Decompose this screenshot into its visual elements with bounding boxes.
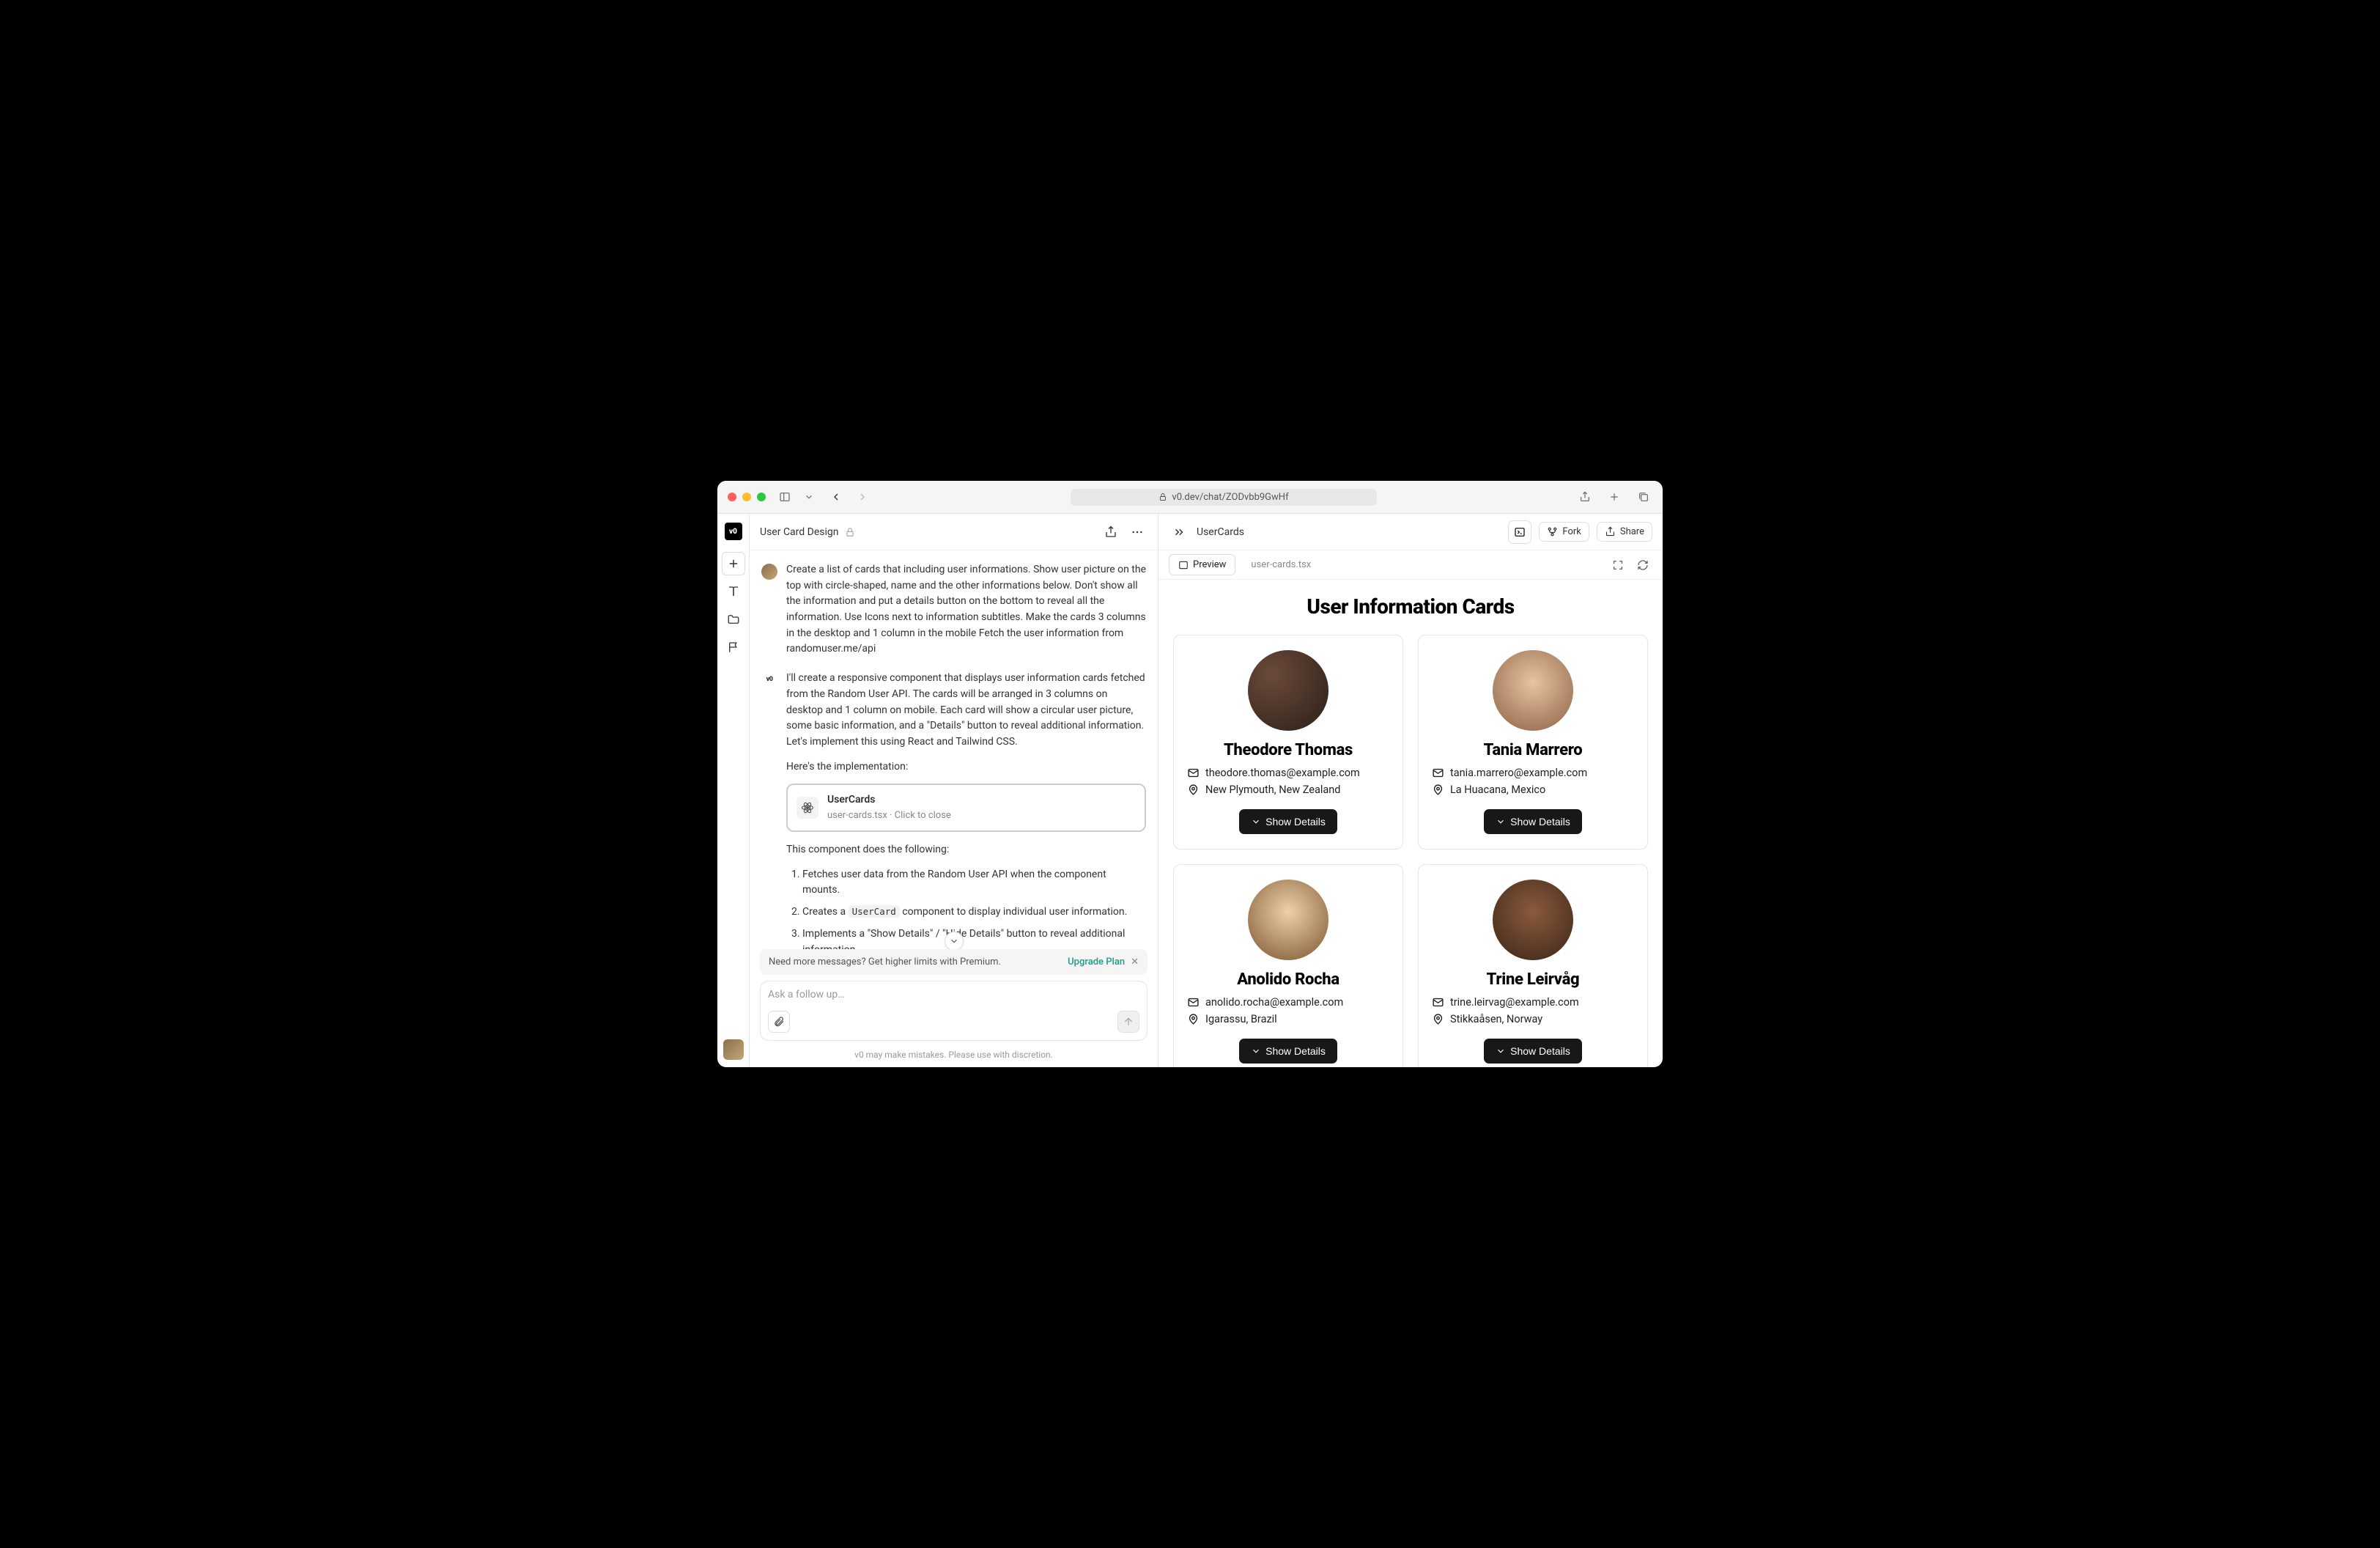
collapse-panel-icon[interactable] [1169,522,1189,542]
send-button[interactable] [1117,1011,1139,1033]
react-icon [797,797,818,819]
url-bar: v0.dev/chat/ZODvbb9GwHf [882,489,1566,506]
window-controls [728,493,766,501]
input-placeholder: Ask a follow up… [768,989,1139,1000]
bot-avatar: v0 [761,672,777,688]
pin-icon [1187,784,1200,796]
pin-icon [1432,1013,1444,1025]
preview-title: UserCards [1197,526,1244,538]
mail-icon [1432,767,1444,779]
user-card: Trine Leirvåg trine.leirvag@example.com St… [1418,864,1648,1067]
user-location-row: Igarassu, Brazil [1187,1013,1389,1025]
more-icon[interactable] [1127,522,1148,542]
chat-title: User Card Design [760,526,839,538]
code-card[interactable]: UserCards user-cards.tsx · Click to clos… [786,784,1146,832]
fork-button[interactable]: Fork [1539,522,1589,542]
chat-header: User Card Design [750,514,1158,550]
user-name: Trine Leirvåg [1487,970,1580,989]
app-sidebar: v0 [717,514,750,1067]
close-window[interactable] [728,493,736,501]
user-card: Theodore Thomas theodore.thomas@example.c… [1173,635,1403,849]
url-field[interactable]: v0.dev/chat/ZODvbb9GwHf [1071,489,1376,506]
user-card: Tania Marrero tania.marrero@example.com La… [1418,635,1648,849]
code-card-sub: user-cards.tsx · Click to close [827,808,951,823]
chevron-down-icon [1496,1046,1506,1056]
user-email-row: anolido.rocha@example.com [1187,996,1389,1009]
bot-message: I'll create a responsive component that … [786,671,1146,949]
new-chat-button[interactable] [722,552,745,575]
browser-window: v0.dev/chat/ZODvbb9GwHf v0 [717,481,1663,1067]
lock-icon [845,527,855,537]
preview-pane: UserCards Fork Share Preview [1158,514,1663,1067]
share-button[interactable]: Share [1597,522,1652,542]
close-banner[interactable]: ✕ [1131,957,1139,968]
user-avatar [1493,650,1573,731]
export-icon[interactable] [1101,522,1121,542]
browser-toolbar: v0.dev/chat/ZODvbb9GwHf [717,481,1663,514]
book-icon[interactable] [722,580,745,603]
sidebar-icon[interactable] [776,488,794,506]
user-name: Theodore Thomas [1224,741,1353,759]
premium-banner: Need more messages? Get higher limits wi… [760,949,1148,975]
tab-file[interactable]: user-cards.tsx [1241,554,1320,575]
show-details-button[interactable]: Show Details [1484,1039,1582,1064]
preview-heading: User Information Cards [1173,594,1648,619]
user-email-row: theodore.thomas@example.com [1187,767,1389,779]
user-avatar [1493,880,1573,960]
chevron-down-icon [1496,817,1506,827]
minimize-window[interactable] [742,493,751,501]
user-name: Tania Marrero [1484,741,1583,759]
mail-icon [1187,767,1200,779]
chevron-down-icon[interactable] [804,488,814,506]
card-grid: Theodore Thomas theodore.thomas@example.c… [1173,635,1648,1067]
chat-messages: Create a list of cards that including us… [750,550,1158,949]
user-message: Create a list of cards that including us… [786,562,1146,657]
user-location-row: La Huacana, Mexico [1432,784,1634,796]
user-email-row: tania.marrero@example.com [1432,767,1634,779]
code-card-title: UserCards [827,792,951,808]
attach-button[interactable] [768,1011,790,1033]
disclaimer: v0 may make mistakes. Please use with di… [750,1047,1158,1067]
preview-tabs: Preview user-cards.tsx [1158,550,1663,580]
user-name: Anolido Rocha [1237,970,1339,989]
pin-icon [1432,784,1444,796]
upgrade-link[interactable]: Upgrade Plan [1068,957,1125,968]
user-location-row: Stikkaåsen, Norway [1432,1013,1634,1025]
terminal-button[interactable] [1508,520,1531,544]
chat-input[interactable]: Ask a follow up… [760,981,1148,1041]
collapse-button[interactable] [945,932,964,949]
chat-pane: User Card Design Create a list of cards … [750,514,1158,1067]
show-details-button[interactable]: Show Details [1239,809,1337,834]
fullscreen-icon[interactable] [1608,556,1627,575]
forward-button[interactable] [854,488,871,506]
mail-icon [1432,996,1444,1009]
chevron-down-icon [1251,1046,1261,1056]
refresh-icon[interactable] [1633,556,1652,575]
back-button[interactable] [827,488,845,506]
user-avatar [1248,650,1328,731]
app-logo[interactable]: v0 [725,523,742,540]
share-icon[interactable] [1576,488,1594,506]
user-email-row: trine.leirvag@example.com [1432,996,1634,1009]
tabs-icon[interactable] [1635,488,1652,506]
user-card: Anolido Rocha anolido.rocha@example.com Ig… [1173,864,1403,1067]
folder-icon[interactable] [722,608,745,631]
preview-header: UserCards Fork Share [1158,514,1663,550]
new-tab-icon[interactable] [1605,488,1623,506]
user-avatar-nav[interactable] [723,1039,744,1060]
user-location-row: New Plymouth, New Zealand [1187,784,1389,796]
pin-icon [1187,1013,1200,1025]
url-text: v0.dev/chat/ZODvbb9GwHf [1172,492,1288,503]
preview-content: User Information Cards Theodore Thomas th… [1158,580,1663,1067]
user-avatar [761,564,777,580]
lock-icon [1158,493,1167,501]
mail-icon [1187,996,1200,1009]
flag-icon[interactable] [722,635,745,659]
show-details-button[interactable]: Show Details [1239,1039,1337,1064]
show-details-button[interactable]: Show Details [1484,809,1582,834]
user-avatar [1248,880,1328,960]
tab-preview[interactable]: Preview [1169,554,1235,575]
maximize-window[interactable] [757,493,766,501]
chevron-down-icon [1251,817,1261,827]
